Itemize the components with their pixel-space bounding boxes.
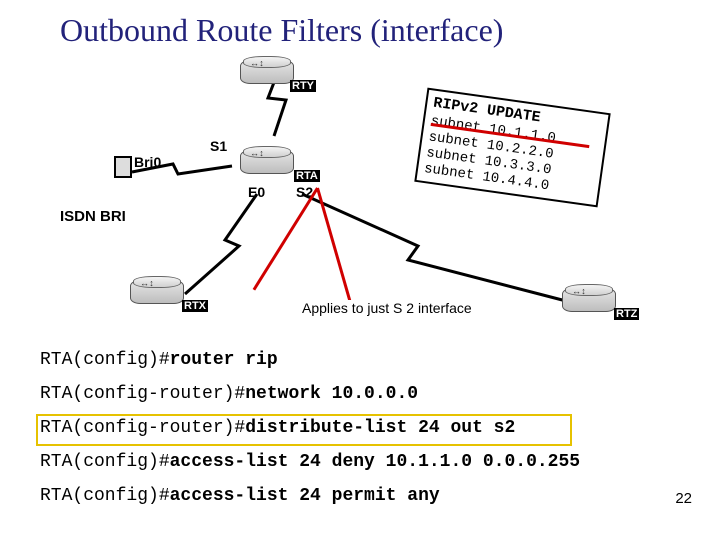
config-line-4: RTA(config)#access-list 24 deny 10.1.1.0… xyxy=(40,452,580,472)
label-rta: RTA xyxy=(294,170,320,182)
label-rtx: RTX xyxy=(182,300,208,312)
label-isdn: ISDN BRI xyxy=(60,208,126,225)
config-line-2: RTA(config-router)#network 10.0.0.0 xyxy=(40,384,418,404)
router-rta: ↔ ↕ xyxy=(240,150,300,180)
page-title: Outbound Route Filters (interface) xyxy=(60,12,503,49)
cfg3-cmd: distribute-list 24 out s2 xyxy=(245,418,515,438)
topology-diagram: ↔ ↕ RTY ↔ ↕ RTA ↔ ↕ RTX ↔ ↕ RTZ S1 Bri0 … xyxy=(120,60,640,340)
cfg1-cmd: router rip xyxy=(170,350,278,370)
cfg2-cmd: network 10.0.0.0 xyxy=(245,384,418,404)
label-e0: E0 xyxy=(248,184,265,200)
label-rty: RTY xyxy=(290,80,316,92)
cfg5-prompt: RTA(config)# xyxy=(40,486,170,506)
cfg3-prompt: RTA(config-router)# xyxy=(40,418,245,438)
link-rta-rtz xyxy=(298,190,578,310)
router-rtz: ↔ ↕ xyxy=(562,288,622,318)
cfg1-prompt: RTA(config)# xyxy=(40,350,170,370)
label-rtz: RTZ xyxy=(614,308,639,320)
label-bri0: Bri0 xyxy=(134,154,161,170)
router-rtx: ↔ ↕ xyxy=(130,280,190,310)
cfg4-cmd: access-list 24 deny 10.1.1.0 0.0.0.255 xyxy=(170,452,580,472)
bri-port-icon xyxy=(114,156,132,178)
label-s1: S1 xyxy=(210,138,227,154)
cfg4-prompt: RTA(config)# xyxy=(40,452,170,472)
config-line-3: RTA(config-router)#distribute-list 24 ou… xyxy=(40,418,515,438)
config-line-1: RTA(config)#router rip xyxy=(40,350,278,370)
note-applies-to: Applies to just S 2 interface xyxy=(300,300,474,316)
cfg5-cmd: access-list 24 permit any xyxy=(170,486,440,506)
page-number: 22 xyxy=(675,490,692,507)
cfg2-prompt: RTA(config-router)# xyxy=(40,384,245,404)
config-line-5: RTA(config)#access-list 24 permit any xyxy=(40,486,440,506)
